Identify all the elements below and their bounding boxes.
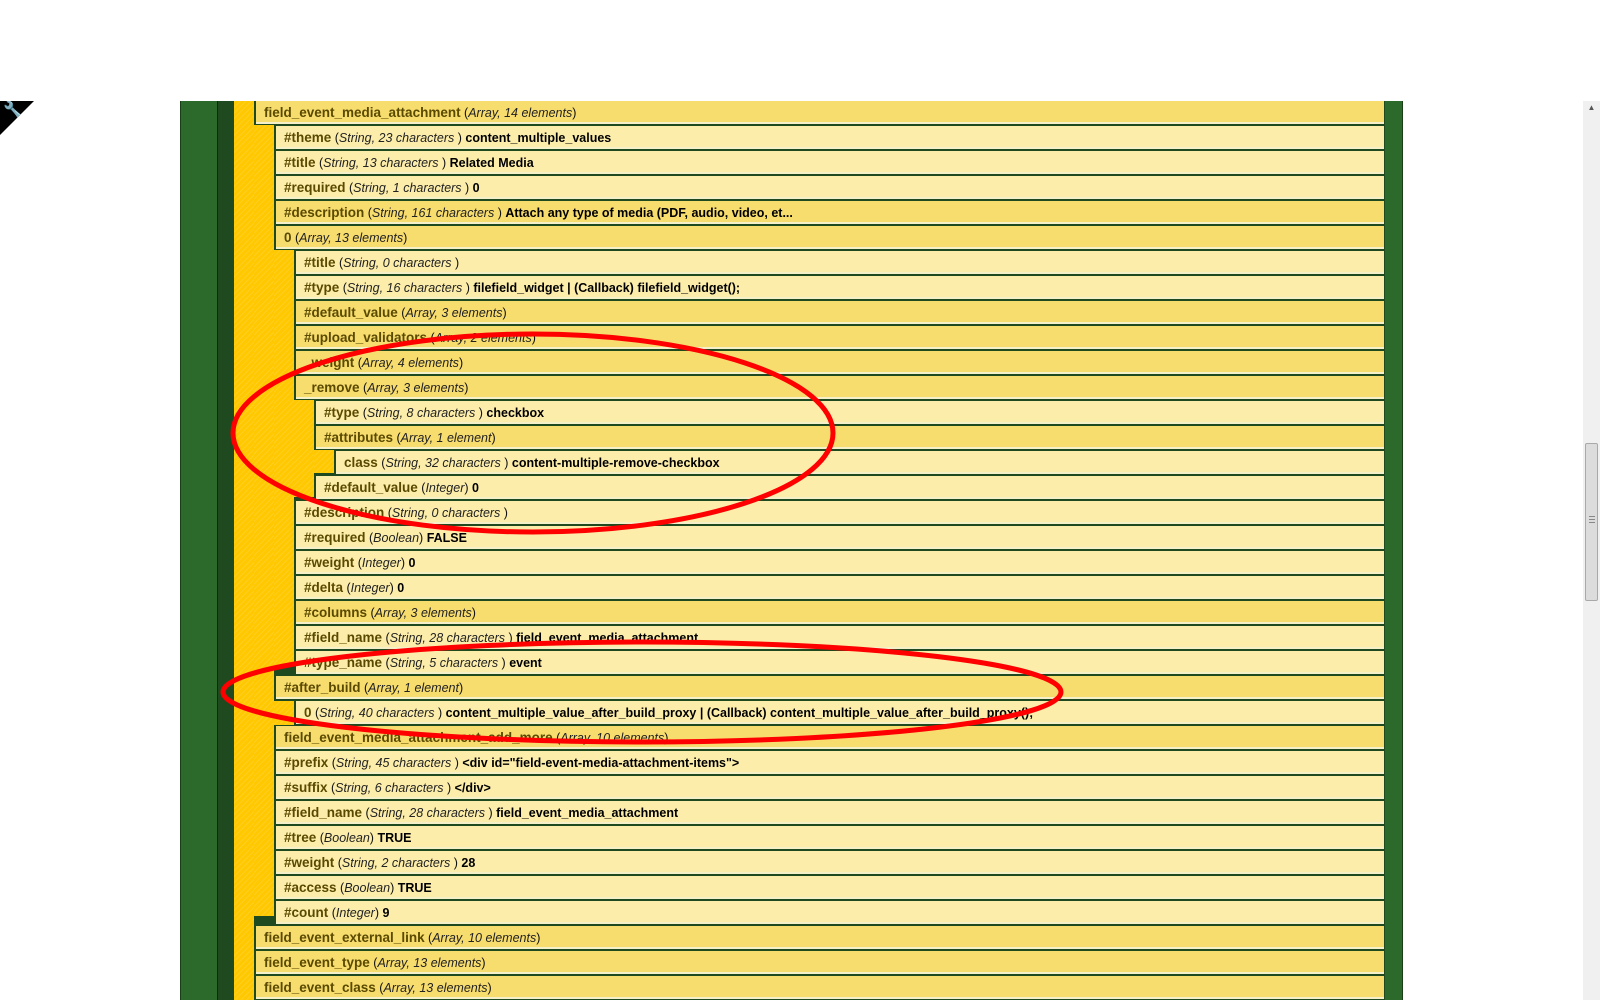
annotation-ellipse-after-build [220,639,1064,745]
annotation-layer [220,331,1064,745]
scroll-thumb[interactable] [1585,443,1598,601]
annotation-ellipse-remove [230,331,836,535]
vertical-scrollbar[interactable]: ▲ [1583,101,1600,1000]
scroll-up-arrow-icon[interactable]: ▲ [1583,101,1600,115]
scroll-grip-icon [1589,516,1595,525]
